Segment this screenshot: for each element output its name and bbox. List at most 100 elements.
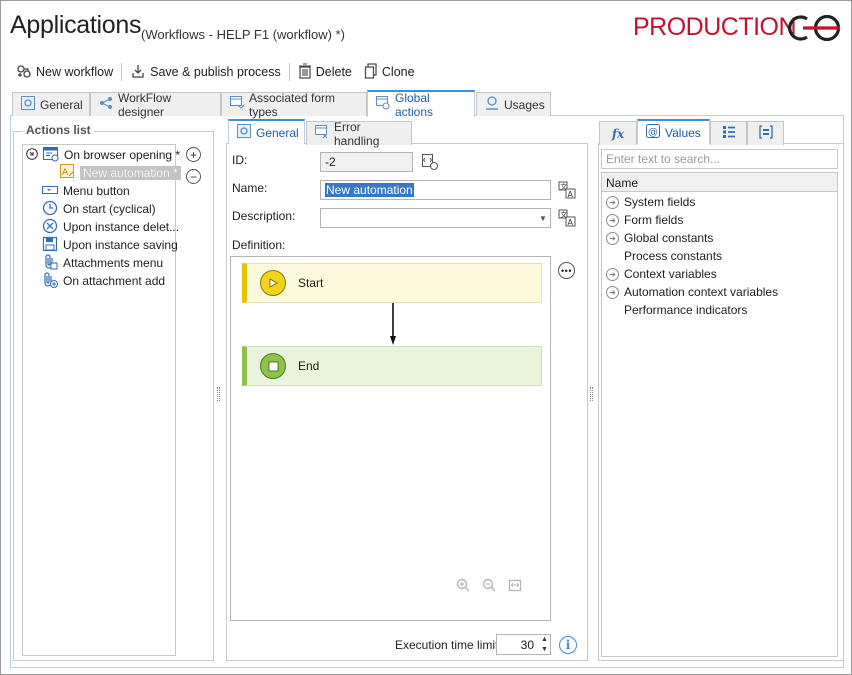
right-splitter-handle[interactable] [590, 387, 593, 401]
remove-action-button[interactable]: − [186, 169, 201, 184]
tab-workflow-designer[interactable]: WorkFlow designer [90, 91, 221, 119]
values-search-input[interactable]: Enter text to search... [601, 149, 838, 169]
end-block-label: End [298, 359, 320, 373]
gear-icon [237, 124, 251, 141]
brand-logo-icon [783, 13, 845, 46]
toolbar-divider [121, 63, 123, 81]
end-block[interactable]: End [242, 346, 542, 386]
tab-functions[interactable]: fx [599, 121, 637, 145]
tab-structure-view[interactable] [747, 121, 784, 145]
expand-arrow-icon[interactable]: ➔ [606, 285, 619, 299]
svg-text:@: @ [648, 127, 658, 138]
tree-item-attachments-menu[interactable]: Attachments menu [42, 253, 163, 273]
exec-limit-spinner[interactable]: ▲ ▼ [539, 635, 550, 654]
tree-item-label: On attachment add [63, 274, 166, 288]
save-publish-button[interactable]: Save & publish process [124, 60, 287, 84]
zoom-in-icon[interactable] [456, 578, 470, 595]
tree-item-new-automation[interactable]: A New automation * [60, 164, 181, 182]
values-item-context-variables[interactable]: ➔ Context variables [606, 267, 717, 281]
tab-global-actions-label: Global actions [395, 90, 434, 119]
attachment-add-icon [42, 271, 58, 291]
name-value: New automation [325, 183, 414, 197]
values-item-label: System fields [624, 195, 696, 209]
add-action-button[interactable]: + [186, 147, 201, 162]
save-publish-label: Save & publish process [150, 65, 281, 79]
usages-icon [485, 96, 499, 113]
menu-button-icon [42, 182, 58, 201]
tab-editor-general[interactable]: General [228, 119, 305, 144]
zoom-out-icon[interactable] [482, 578, 496, 595]
expand-arrow-icon[interactable]: ➔ [606, 195, 619, 209]
values-item-system-fields[interactable]: ➔ System fields [606, 195, 695, 209]
id-label: ID: [232, 153, 248, 167]
values-item-label: Form fields [624, 213, 684, 227]
tab-global-actions[interactable]: Global actions [367, 90, 475, 119]
tab-list-view[interactable] [710, 121, 747, 145]
values-item-process-constants[interactable]: Process constants [606, 249, 722, 263]
svg-text:A: A [62, 168, 69, 178]
tab-usages[interactable]: Usages [476, 92, 551, 116]
expand-arrow-icon[interactable]: ➔ [606, 213, 619, 227]
values-item-global-constants[interactable]: ➔ Global constants [606, 231, 713, 245]
flow-arrow-icon [390, 303, 396, 349]
tree-item-upon-instance-delete[interactable]: Upon instance delet... [42, 218, 179, 236]
description-input[interactable] [320, 208, 551, 228]
tree-item-menu-button[interactable]: Menu button [42, 182, 130, 200]
tab-general-label: General [40, 97, 83, 112]
tab-values[interactable]: @ Values [637, 119, 710, 144]
tab-associated-form-types-label: Associated form types [249, 90, 336, 119]
save-publish-icon [130, 63, 146, 82]
expand-arrow-icon[interactable]: ➔ [606, 267, 619, 281]
values-list-header[interactable]: Name [602, 173, 837, 192]
id-info-icon[interactable] [421, 153, 439, 171]
more-options-button[interactable]: ••• [558, 262, 575, 279]
page-title: Applications [10, 11, 142, 39]
svg-text:A: A [568, 190, 574, 199]
tree-item-label: Menu button [63, 184, 130, 198]
minus-icon: − [189, 169, 197, 184]
clone-label: Clone [381, 65, 415, 79]
tree-item-on-attachment-add[interactable]: On attachment add [42, 271, 166, 291]
exec-limit-value: 30 [520, 637, 534, 652]
name-translate-icon[interactable]: 文A [558, 181, 576, 199]
name-input[interactable]: New automation [320, 180, 551, 200]
tab-associated-form-types[interactable]: Associated form types [221, 90, 367, 119]
spin-down-icon[interactable]: ▼ [541, 646, 548, 653]
values-item-automation-context-variables[interactable]: ➔ Automation context variables [606, 285, 778, 299]
fit-view-icon[interactable] [508, 578, 522, 595]
tab-values-label: Values [665, 125, 701, 140]
expand-arrow-icon[interactable]: ➔ [606, 231, 619, 245]
tree-item-upon-instance-saving[interactable]: Upon instance saving [42, 236, 178, 254]
attachment-icon [42, 253, 58, 273]
tab-general[interactable]: General [12, 92, 90, 116]
tree-item-on-start-cyclical[interactable]: On start (cyclical) [42, 200, 156, 218]
values-item-label: Automation context variables [624, 285, 779, 299]
page-subtitle: (Workflows - HELP F1 (workflow) *) [141, 27, 345, 42]
left-splitter-handle[interactable] [217, 387, 220, 401]
main-tabs: General WorkFlow designer Associated for… [10, 90, 844, 119]
values-item-label: Context variables [624, 267, 717, 281]
delete-button[interactable]: Delete [292, 60, 358, 84]
start-block[interactable]: Start [242, 263, 542, 303]
tree-item-label: Upon instance delet... [63, 220, 180, 234]
values-item-form-fields[interactable]: ➔ Form fields [606, 213, 683, 227]
tree-item-on-browser-opening[interactable]: On browser opening * [26, 146, 180, 164]
function-icon: fx [611, 126, 625, 141]
collapse-icon[interactable] [26, 147, 38, 163]
tab-error-handling[interactable]: Error handling [306, 120, 412, 148]
description-translate-icon[interactable]: 文A [558, 209, 576, 227]
spin-up-icon[interactable]: ▲ [541, 636, 548, 643]
stop-icon [260, 353, 286, 379]
new-workflow-label: New workflow [36, 65, 114, 79]
list-icon [722, 125, 736, 142]
form-types-icon [230, 96, 245, 113]
ellipsis-icon: ••• [561, 265, 572, 276]
info-icon[interactable]: i [559, 636, 577, 654]
values-item-performance-indicators[interactable]: Performance indicators [606, 303, 747, 317]
dropdown-arrow-icon[interactable]: ▼ [539, 214, 547, 223]
clone-button[interactable]: Clone [358, 60, 421, 84]
at-sign-icon: @ [646, 124, 660, 141]
new-workflow-button[interactable]: New workflow [10, 60, 119, 84]
